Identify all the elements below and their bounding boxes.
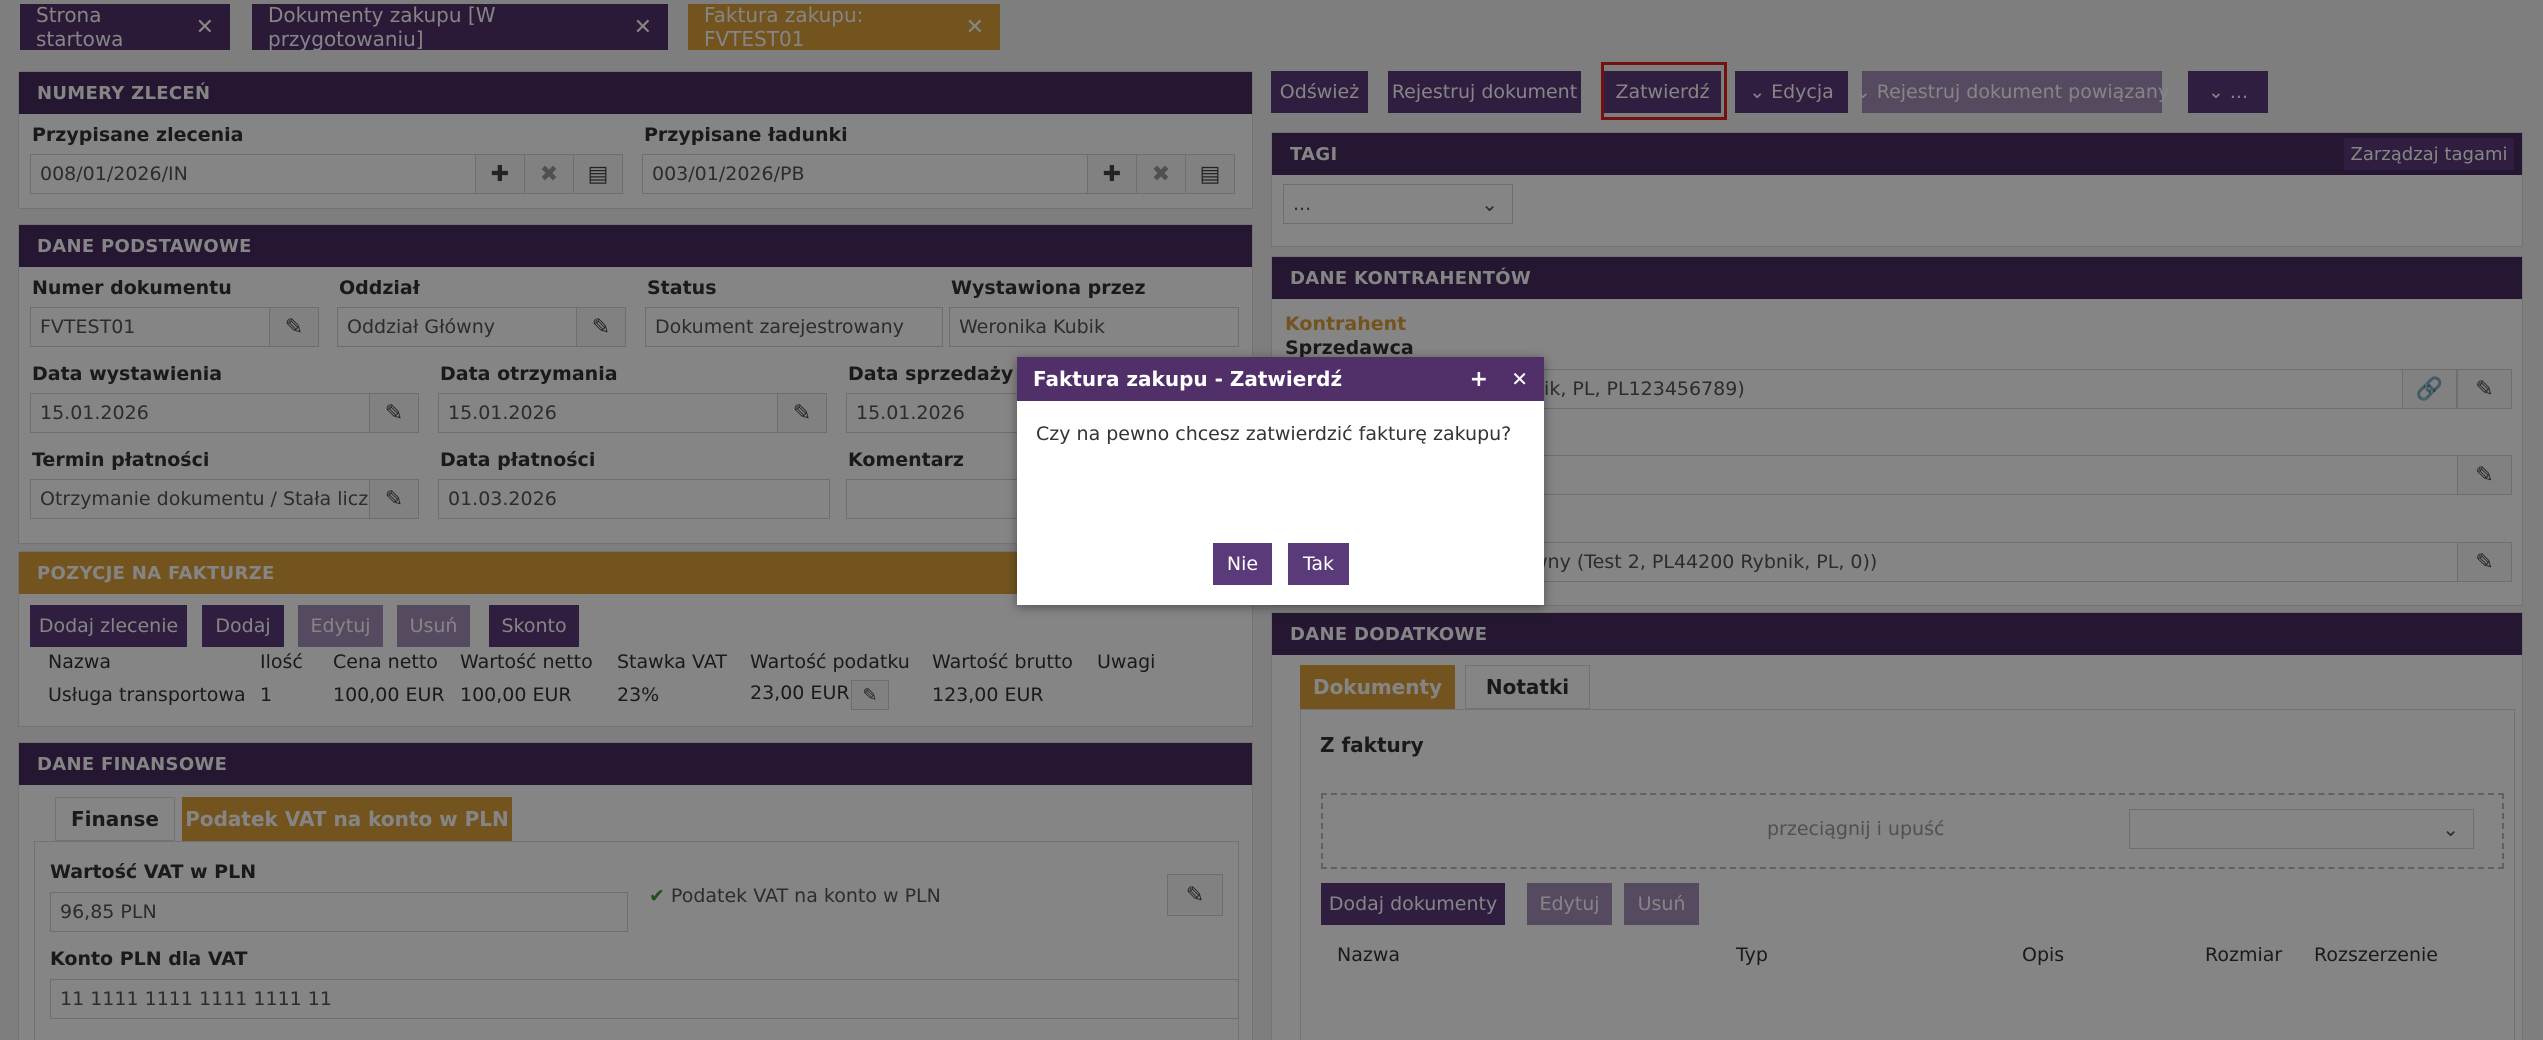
yes-button[interactable]: Tak bbox=[1288, 543, 1349, 585]
close-icon[interactable]: ✕ bbox=[1511, 367, 1528, 391]
maximize-icon[interactable]: + bbox=[1470, 367, 1488, 392]
confirm-dialog: Faktura zakupu - Zatwierdź + ✕ Czy na pe… bbox=[1017, 357, 1544, 605]
dialog-message: Czy na pewno chcesz zatwierdzić fakturę … bbox=[1036, 423, 1512, 445]
dialog-title: Faktura zakupu - Zatwierdź bbox=[1033, 367, 1343, 391]
dialog-header: Faktura zakupu - Zatwierdź + ✕ bbox=[1017, 357, 1544, 401]
no-button[interactable]: Nie bbox=[1213, 543, 1272, 585]
